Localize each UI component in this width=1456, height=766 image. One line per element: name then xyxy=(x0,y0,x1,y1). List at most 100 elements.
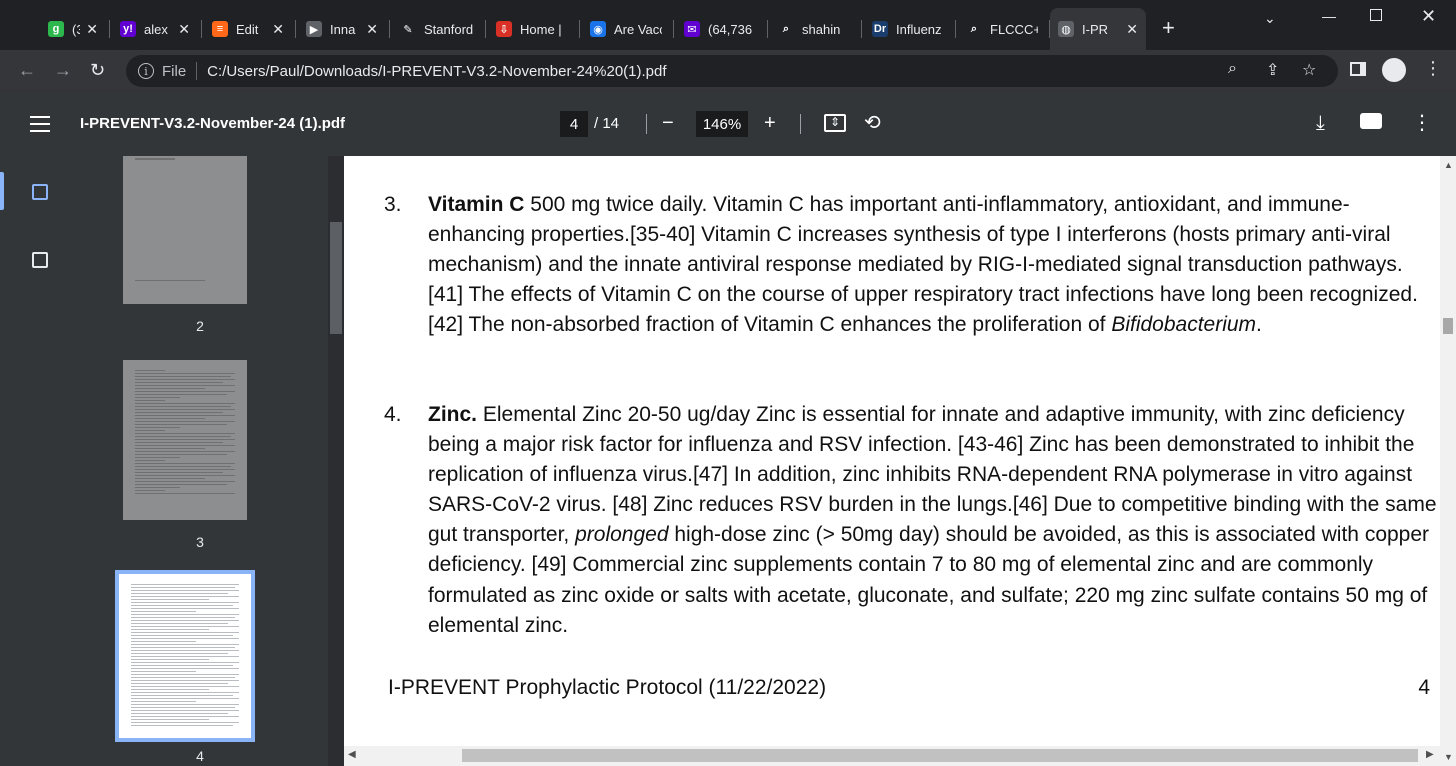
maximize-button[interactable] xyxy=(1370,9,1382,21)
new-tab-button[interactable]: + xyxy=(1162,17,1175,39)
thumbnail-text-line xyxy=(131,725,233,726)
print-icon[interactable] xyxy=(1360,113,1382,129)
fit-page-icon[interactable]: ⇕ xyxy=(824,114,846,132)
document-horizontal-scrollbar[interactable]: ◀ ▶ xyxy=(344,746,1440,766)
close-window-button[interactable]: ✕ xyxy=(1421,6,1436,27)
thumbnail-text-line xyxy=(135,493,235,494)
globe-icon: ◉ xyxy=(590,21,606,37)
thumbnail-scrollbar[interactable] xyxy=(328,156,344,766)
outline-view-icon[interactable] xyxy=(32,252,48,268)
page-footer: I-PREVENT Prophylactic Protocol (11/22/2… xyxy=(388,676,827,699)
page-thumbnail-selected[interactable] xyxy=(115,570,255,742)
url-text[interactable]: C:/Users/Paul/Downloads/I-PREVENT-V3.2-N… xyxy=(207,63,666,80)
side-panel-icon[interactable] xyxy=(1350,62,1366,76)
thumbnail-text-line xyxy=(131,677,235,678)
thumbnail-text-line xyxy=(131,617,235,618)
tab-separator xyxy=(201,20,202,38)
thumbnail-text-line xyxy=(131,722,239,723)
browser-tab[interactable]: ▶ Inna ✕ xyxy=(298,8,386,50)
thumbnail-text-line xyxy=(131,623,229,624)
browser-tab[interactable]: ⇩ Home | xyxy=(488,8,576,50)
close-tab-icon[interactable]: ✕ xyxy=(1126,21,1138,38)
stanford-icon: ✎ xyxy=(400,21,416,37)
g-icon: g xyxy=(48,21,64,37)
page-thumbnail[interactable] xyxy=(123,156,247,304)
address-bar[interactable]: i File C:/Users/Paul/Downloads/I-PREVENT… xyxy=(126,55,1338,87)
browser-tab[interactable]: g (362 ✕ xyxy=(40,8,106,50)
zoom-out-button[interactable]: − xyxy=(662,112,674,134)
browser-tab[interactable]: ⌕ shahin xyxy=(770,8,858,50)
item-heading: Zinc. xyxy=(428,403,478,426)
thumbnails-view-icon[interactable] xyxy=(32,184,48,200)
thumbnail-text-line xyxy=(131,692,239,693)
thumbnail-text-line xyxy=(135,385,235,386)
minimize-button[interactable]: — xyxy=(1322,8,1336,24)
thumbnail-text-line xyxy=(131,605,233,606)
page-number-input[interactable]: 4 xyxy=(560,111,588,137)
thumbnail-text-line xyxy=(135,469,235,470)
thumbnail-text-line xyxy=(131,680,239,681)
back-button[interactable]: ← xyxy=(18,60,36,81)
thumbnail-text-line xyxy=(135,373,235,374)
browser-tab[interactable]: y! alex ✕ xyxy=(112,8,198,50)
browser-tab[interactable]: ⌕ FLCCC+ xyxy=(958,8,1046,50)
tab-title: alex xyxy=(144,21,168,37)
zoom-in-button[interactable]: + xyxy=(764,112,776,134)
thumbnail-text-line xyxy=(135,370,165,371)
browser-tab[interactable]: ✉ (64,736 xyxy=(676,8,764,50)
thumbnail-text-line xyxy=(131,665,233,666)
thumbnail-text-line xyxy=(131,713,229,714)
toolbar-divider xyxy=(800,114,801,134)
close-tab-icon[interactable]: ✕ xyxy=(366,21,378,38)
close-tab-icon[interactable]: ✕ xyxy=(178,21,190,38)
thumbnail-text-line xyxy=(131,701,196,702)
thumbnail-text-line xyxy=(135,433,235,434)
close-tab-icon[interactable]: ✕ xyxy=(86,21,98,38)
thumbnail-text-line xyxy=(131,653,229,654)
tab-title: Are Vacc xyxy=(614,21,662,37)
thumbnail-text-line xyxy=(135,403,235,404)
bookmark-star-icon[interactable]: ☆ xyxy=(1302,60,1316,80)
zoom-input[interactable]: 146% xyxy=(696,111,748,137)
sidebar-view-switcher xyxy=(10,156,72,766)
tab-search-icon[interactable]: ⌄ xyxy=(1264,10,1276,27)
pdf-more-icon[interactable]: ⋮ xyxy=(1412,112,1432,134)
zoom-icon[interactable]: ⌕ xyxy=(1228,60,1237,78)
thumbnail-text-line xyxy=(131,671,196,672)
rotate-icon[interactable]: ⟲ xyxy=(864,112,881,134)
thumbnail-text-line xyxy=(131,689,209,690)
browser-tab[interactable]: ◍ I-PR ✕ xyxy=(1050,8,1146,50)
toolbar-divider xyxy=(646,114,647,134)
browser-menu-icon[interactable]: ⋮ xyxy=(1424,58,1442,79)
browser-tab[interactable]: ✎ Stanford xyxy=(392,8,482,50)
thumbnail-text-line xyxy=(131,683,229,684)
item-italic: Bifidobacterium xyxy=(1111,313,1257,337)
tab-separator xyxy=(389,20,390,38)
share-icon[interactable]: ⇪ xyxy=(1266,60,1279,80)
forward-button[interactable]: → xyxy=(54,60,72,81)
download-icon[interactable]: ⤓ xyxy=(1316,112,1325,134)
sidebar-menu-icon[interactable] xyxy=(30,116,50,132)
close-tab-icon[interactable]: ✕ xyxy=(272,21,284,38)
reload-button[interactable]: ↻ xyxy=(90,60,105,81)
site-info-icon[interactable]: i xyxy=(138,63,154,79)
page-total: / 14 xyxy=(594,115,620,132)
page-thumbnail[interactable] xyxy=(123,360,247,520)
thumbnail-text-line xyxy=(131,659,209,660)
browser-tab[interactable]: ≡ Edit ✕ xyxy=(204,8,292,50)
bookmark-icon: ▶ xyxy=(306,21,322,37)
profile-avatar[interactable] xyxy=(1382,58,1406,82)
thumbnail-text-line xyxy=(131,716,239,717)
search-icon: ⌕ xyxy=(778,21,794,37)
thumbnail-text-line xyxy=(135,466,231,467)
globe-icon: ◍ xyxy=(1058,21,1074,37)
thumbnail-text-line xyxy=(131,611,196,612)
tab-title: (64,736 xyxy=(708,21,753,37)
browser-tab[interactable]: ◉ Are Vacc xyxy=(582,8,670,50)
document-vertical-scrollbar[interactable]: ▲ ▼ xyxy=(1440,156,1456,766)
home-icon: ⇩ xyxy=(496,21,512,37)
thumbnail-text-line xyxy=(135,418,205,419)
thumbnail-text-line xyxy=(131,635,233,636)
browser-tab[interactable]: Dr Influenz xyxy=(864,8,952,50)
thumbnail-text-line xyxy=(131,674,239,675)
